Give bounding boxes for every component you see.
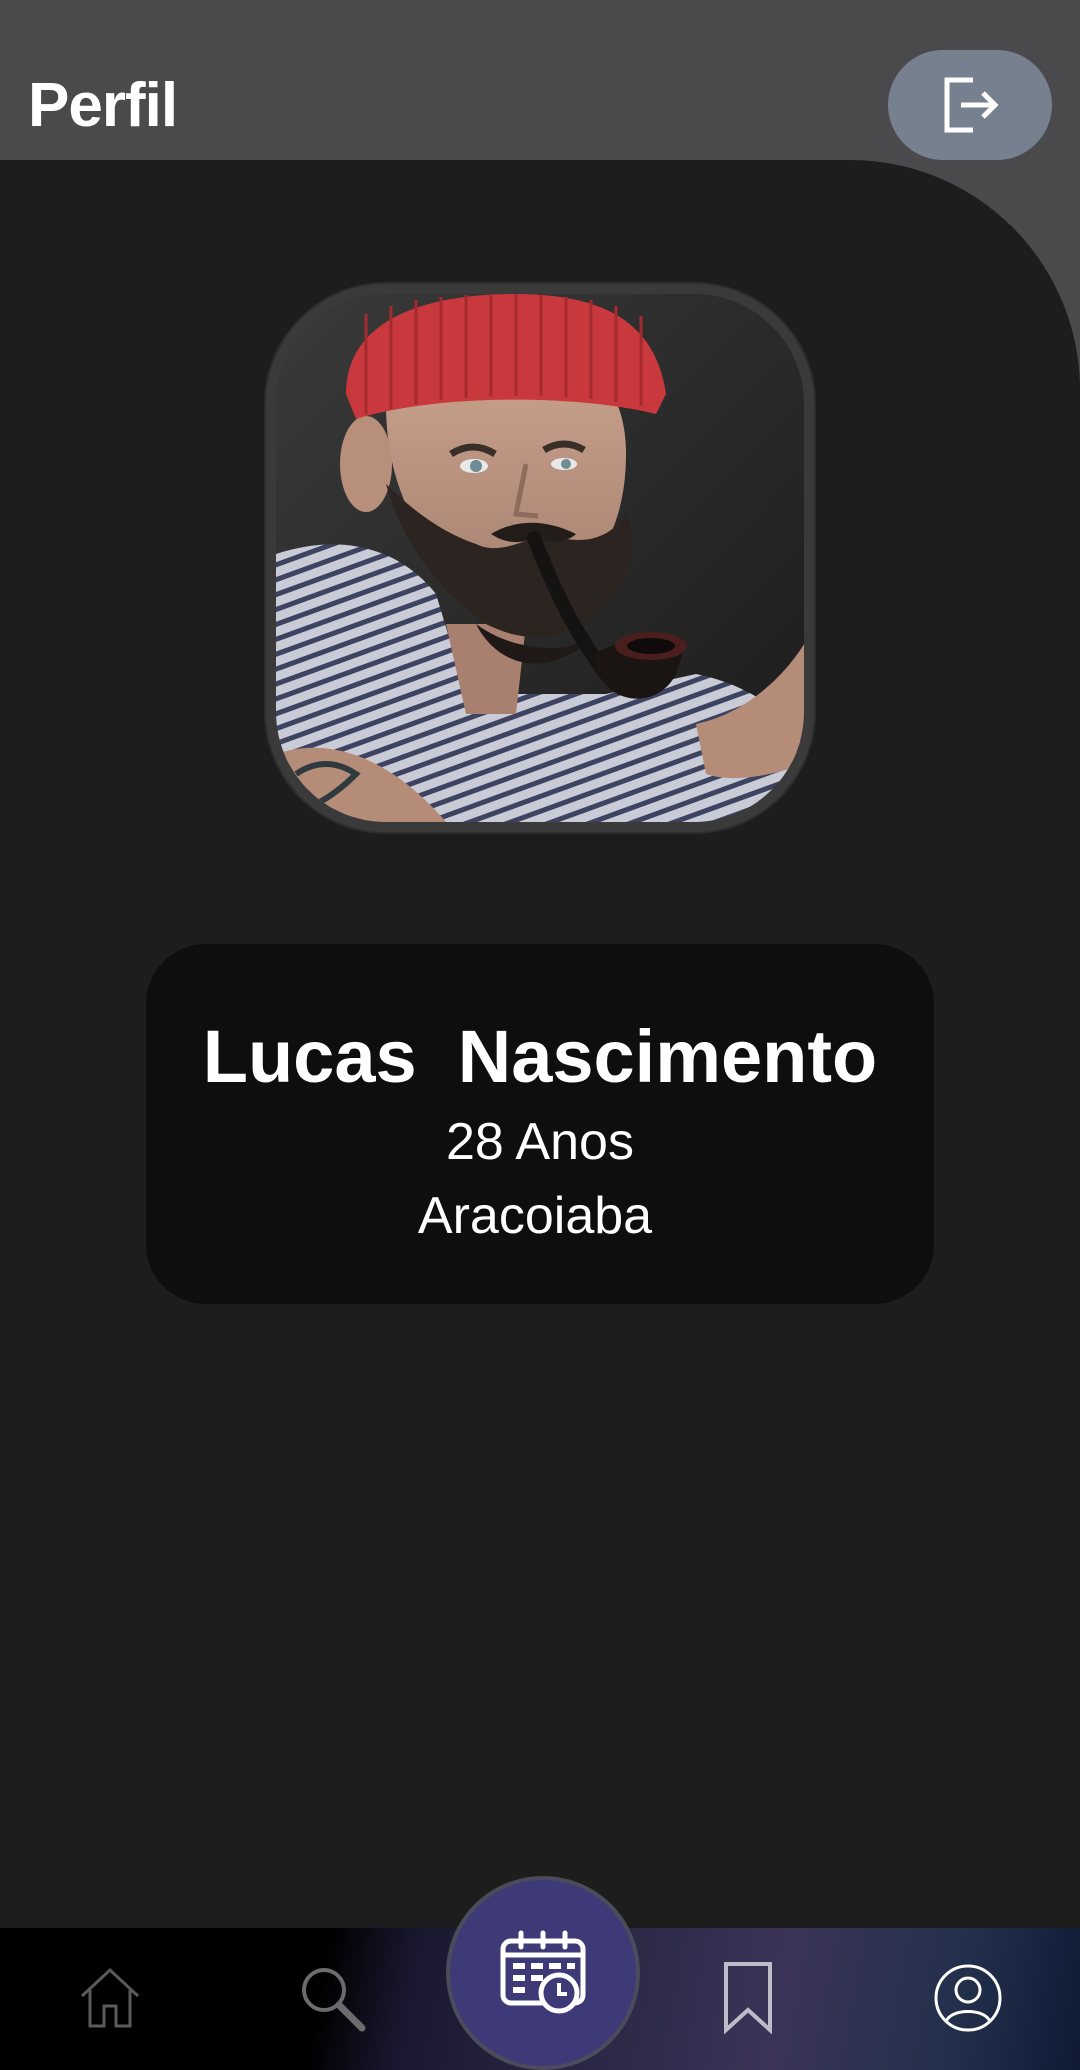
user-city: Aracoiaba bbox=[417, 1187, 653, 1245]
nav-search[interactable] bbox=[292, 1958, 372, 2038]
header: Perfil bbox=[0, 0, 1080, 160]
avatar-image bbox=[276, 294, 804, 822]
bookmark-icon bbox=[724, 1962, 772, 2035]
nav-saved[interactable] bbox=[708, 1958, 788, 2038]
user-age: 28 Anos bbox=[446, 1113, 634, 1171]
home-icon bbox=[80, 1967, 140, 2028]
avatar-frame bbox=[266, 284, 814, 832]
avatar[interactable] bbox=[276, 294, 804, 822]
user-name: Lucas Nascimento bbox=[202, 1015, 878, 1098]
nav-home[interactable] bbox=[70, 1958, 150, 2038]
profile-info-card: Lucas Nascimento 28 Anos Aracoiaba bbox=[146, 944, 934, 1304]
user-icon bbox=[934, 1964, 1002, 2032]
nav-profile[interactable] bbox=[928, 1958, 1008, 2038]
page-title: Perfil bbox=[28, 71, 178, 140]
search-icon bbox=[302, 1968, 366, 2032]
calendar-clock-icon bbox=[500, 1930, 586, 2014]
logout-button[interactable] bbox=[888, 50, 1052, 160]
profile-screen: Perfil Lucas Nascimento 28 Anos Aracoiab… bbox=[0, 0, 1080, 2070]
logout-icon bbox=[944, 77, 999, 133]
schedule-button[interactable] bbox=[446, 1876, 640, 2070]
